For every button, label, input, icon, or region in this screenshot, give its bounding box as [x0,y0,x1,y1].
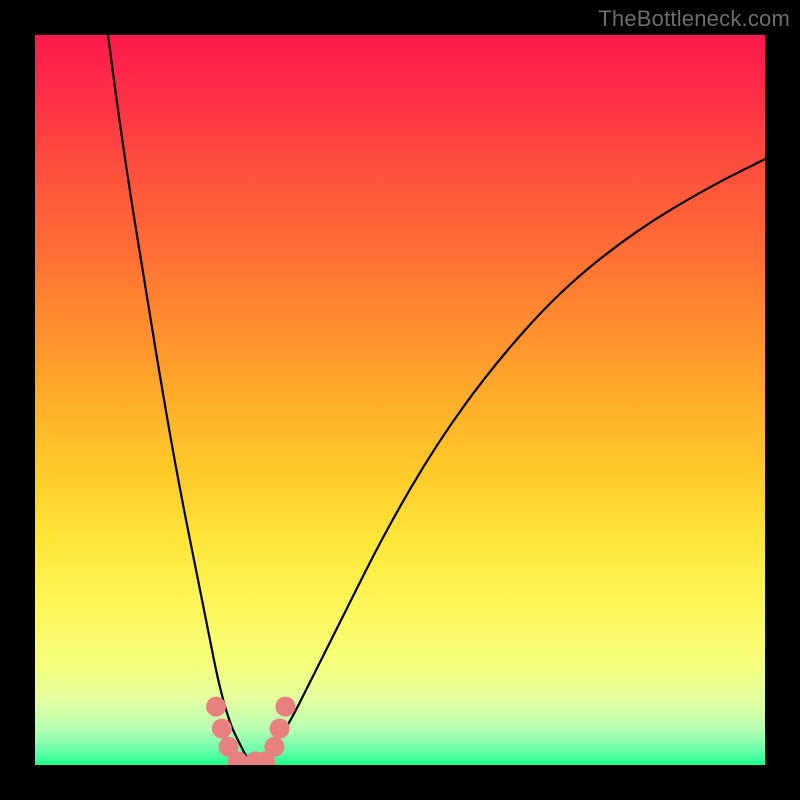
watermark-text: TheBottleneck.com [598,6,790,32]
curve-marker [275,697,295,717]
chart-frame: TheBottleneck.com [0,0,800,800]
curve-layer [35,35,765,765]
curve-marker [212,719,232,739]
curve-marker [206,697,226,717]
plot-area [35,35,765,765]
bottleneck-curve [108,35,765,765]
curve-marker [264,737,284,757]
curve-markers [206,697,295,765]
curve-marker [270,719,290,739]
